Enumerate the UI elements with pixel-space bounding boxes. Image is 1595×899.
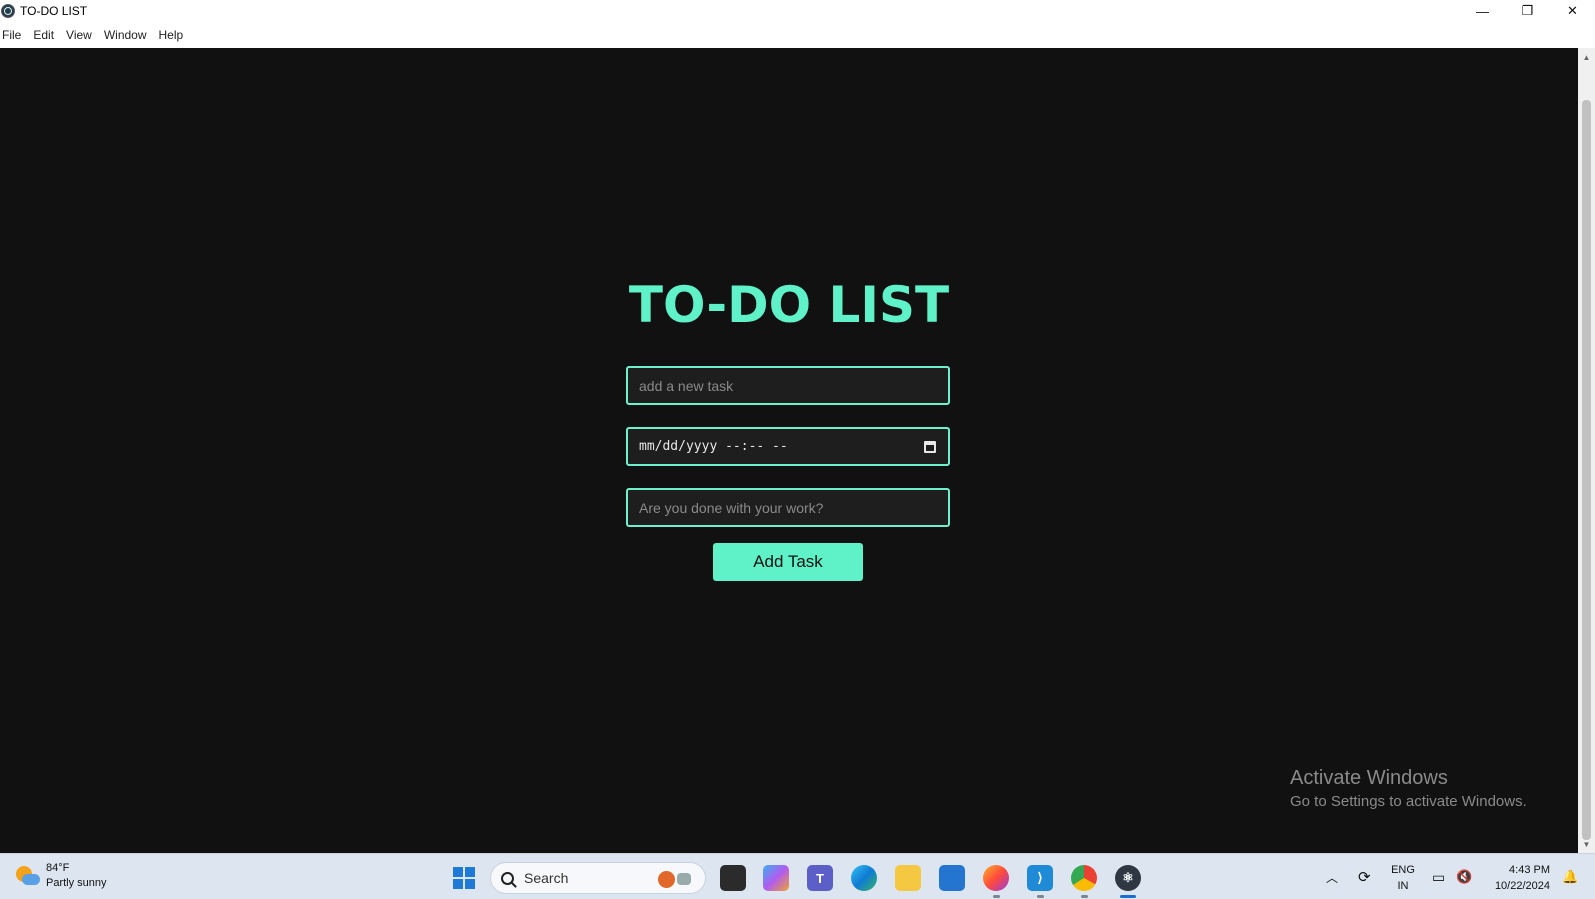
search-icon — [501, 871, 514, 885]
edge-icon[interactable] — [851, 865, 877, 891]
electron-active-indicator — [1120, 895, 1136, 898]
file-explorer-icon[interactable] — [895, 865, 921, 891]
chrome-icon[interactable] — [1071, 865, 1097, 891]
watermark-line2: Go to Settings to activate Windows. — [1290, 793, 1527, 810]
watermark-line1: Activate Windows — [1290, 767, 1448, 789]
search-label: Search — [524, 870, 569, 886]
tray-chevron-icon[interactable]: ︿ — [1326, 854, 1338, 899]
close-button[interactable]: ✕ — [1550, 0, 1595, 22]
chrome-running-indicator — [1081, 895, 1088, 898]
done-input-wrapper — [626, 488, 950, 527]
scroll-down-icon[interactable]: ▼ — [1578, 837, 1595, 851]
datetime-input[interactable]: mm/dd/yyyy --:-- -- — [626, 427, 950, 466]
menu-file[interactable]: File — [2, 28, 21, 42]
menu-help[interactable]: Help — [159, 28, 184, 42]
menu-bar: File Edit View Window Help — [0, 22, 1595, 48]
network-icon[interactable]: ▭ — [1432, 854, 1445, 899]
firefox-running-indicator — [993, 895, 1000, 898]
menu-view[interactable]: View — [66, 28, 92, 42]
app-icon — [1, 4, 15, 18]
window-controls: — ❐ ✕ — [1460, 0, 1595, 22]
store-icon[interactable] — [939, 865, 965, 891]
page-title: TO-DO LIST — [628, 276, 950, 334]
firefox-icon[interactable] — [983, 865, 1009, 891]
taskbar-search[interactable]: Search — [490, 862, 706, 894]
vertical-scrollbar[interactable]: ▲ ▼ — [1578, 48, 1595, 853]
start-icon[interactable] — [453, 867, 475, 889]
electron-icon[interactable]: ⚛ — [1115, 865, 1141, 891]
vscode-running-indicator — [1037, 895, 1044, 898]
minimize-button[interactable]: — — [1460, 0, 1505, 22]
teams-icon[interactable]: T — [807, 865, 833, 891]
task-input-wrapper — [626, 366, 950, 405]
file-manager-icon[interactable] — [720, 865, 746, 891]
calendar-icon[interactable] — [924, 441, 936, 453]
add-task-button[interactable]: Add Task — [713, 543, 863, 581]
taskbar-clock[interactable]: 4:43 PM 10/22/2024 — [1488, 862, 1550, 894]
copilot-icon[interactable] — [763, 865, 789, 891]
volume-muted-icon[interactable]: 🔇 — [1456, 854, 1472, 899]
maximize-button[interactable]: ❐ — [1505, 0, 1550, 22]
activate-windows-watermark: Activate Windows Go to Settings to activ… — [1290, 767, 1527, 810]
taskbar: 84°F Partly sunny Search T ⟩ ⚛ ︿ ⟳ ENG I… — [0, 853, 1595, 899]
basketball-icon — [658, 871, 675, 888]
menu-window[interactable]: Window — [104, 28, 147, 42]
weather-temp: 84°F — [46, 862, 70, 874]
vscode-icon[interactable]: ⟩ — [1027, 865, 1053, 891]
menu-edit[interactable]: Edit — [33, 28, 54, 42]
weather-icon — [14, 864, 40, 888]
datetime-value: mm/dd/yyyy --:-- -- — [639, 439, 788, 454]
weather-widget[interactable]: 84°F Partly sunny — [14, 861, 107, 891]
shoe-icon — [677, 873, 691, 885]
task-input[interactable] — [639, 377, 948, 394]
scroll-thumb[interactable] — [1582, 100, 1591, 840]
done-input[interactable] — [639, 499, 948, 516]
notification-icon[interactable]: 🔔 — [1562, 854, 1578, 899]
sync-icon[interactable]: ⟳ — [1358, 854, 1371, 899]
clock-time: 4:43 PM — [1509, 864, 1550, 876]
title-bar: TO-DO LIST — ❐ ✕ — [0, 0, 1595, 22]
weather-desc: Partly sunny — [46, 877, 107, 889]
language-indicator[interactable]: ENG IN — [1390, 862, 1416, 894]
clock-date: 10/22/2024 — [1494, 880, 1550, 892]
scroll-up-icon[interactable]: ▲ — [1578, 50, 1595, 64]
window-title: TO-DO LIST — [20, 4, 88, 18]
